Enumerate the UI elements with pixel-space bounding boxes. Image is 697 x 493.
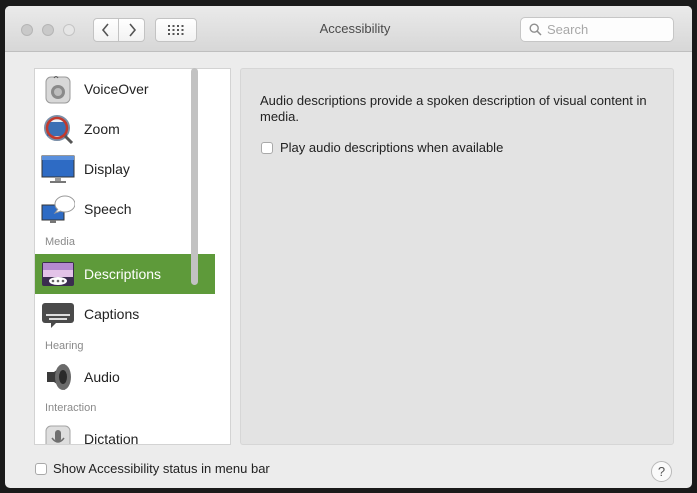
sidebar-item-label: Descriptions <box>84 266 162 282</box>
speech-icon <box>41 195 75 223</box>
chevron-left-icon <box>101 23 109 37</box>
show-status-label[interactable]: Show Accessibility status in menu bar <box>53 461 270 476</box>
sidebar-item-label: Dictation <box>84 431 139 445</box>
sidebar-item-descriptions[interactable]: Descriptions <box>35 254 215 294</box>
grid-icon <box>168 25 184 35</box>
display-icon <box>41 155 75 183</box>
sidebar-item-voiceover[interactable]: VoiceOver <box>35 69 215 109</box>
captions-icon <box>42 303 74 328</box>
sidebar-item-audio[interactable]: Audio <box>35 357 215 397</box>
sidebar-item-label: Speech <box>84 201 132 217</box>
speaker-icon <box>47 364 71 390</box>
sidebar-item-label: Zoom <box>84 121 120 137</box>
preferences-window: Accessibility Search VoiceOver Zoom Disp… <box>5 6 692 488</box>
sidebar-scrollbar[interactable] <box>191 68 198 285</box>
descriptions-pane: Audio descriptions provide a spoken desc… <box>240 68 674 445</box>
chevron-right-icon <box>128 23 136 37</box>
sidebar-item-captions[interactable]: Captions <box>35 294 215 334</box>
close-window-button[interactable] <box>21 24 33 36</box>
fullscreen-window-button[interactable] <box>63 24 75 36</box>
play-audio-descriptions-label[interactable]: Play audio descriptions when available <box>280 140 503 155</box>
help-button[interactable]: ? <box>651 461 672 482</box>
section-header-media: Media <box>45 236 75 248</box>
search-icon <box>529 23 542 36</box>
zoom-icon <box>44 115 74 145</box>
search-placeholder: Search <box>547 22 589 37</box>
sidebar-item-dictation[interactable]: Dictation <box>35 419 215 445</box>
sidebar-item-label: Display <box>84 161 130 177</box>
sidebar-item-zoom[interactable]: Zoom <box>35 109 215 149</box>
show-status-checkbox[interactable] <box>35 463 47 475</box>
forward-button[interactable] <box>119 18 145 42</box>
back-button[interactable] <box>93 18 119 42</box>
sidebar-item-speech[interactable]: Speech <box>35 189 215 229</box>
sidebar-item-label: VoiceOver <box>84 81 149 97</box>
title-bar: Accessibility Search <box>5 6 692 52</box>
descriptions-icon <box>42 262 74 286</box>
sidebar-item-label: Audio <box>84 369 120 385</box>
sidebar-item-display[interactable]: Display <box>35 149 215 189</box>
descriptions-explanation: Audio descriptions provide a spoken desc… <box>260 93 647 124</box>
sidebar-item-label: Captions <box>84 306 140 322</box>
show-all-button[interactable] <box>155 18 197 42</box>
window-title: Accessibility <box>319 21 391 36</box>
voiceover-icon <box>45 76 71 104</box>
section-header-interaction: Interaction <box>45 402 97 414</box>
sidebar-list[interactable]: VoiceOver Zoom Display Speech Media Desc… <box>34 68 231 445</box>
search-field[interactable]: Search <box>520 17 674 42</box>
microphone-icon <box>45 425 71 444</box>
section-header-hearing: Hearing <box>45 340 84 352</box>
minimize-window-button[interactable] <box>42 24 54 36</box>
play-audio-descriptions-checkbox[interactable] <box>261 142 273 154</box>
